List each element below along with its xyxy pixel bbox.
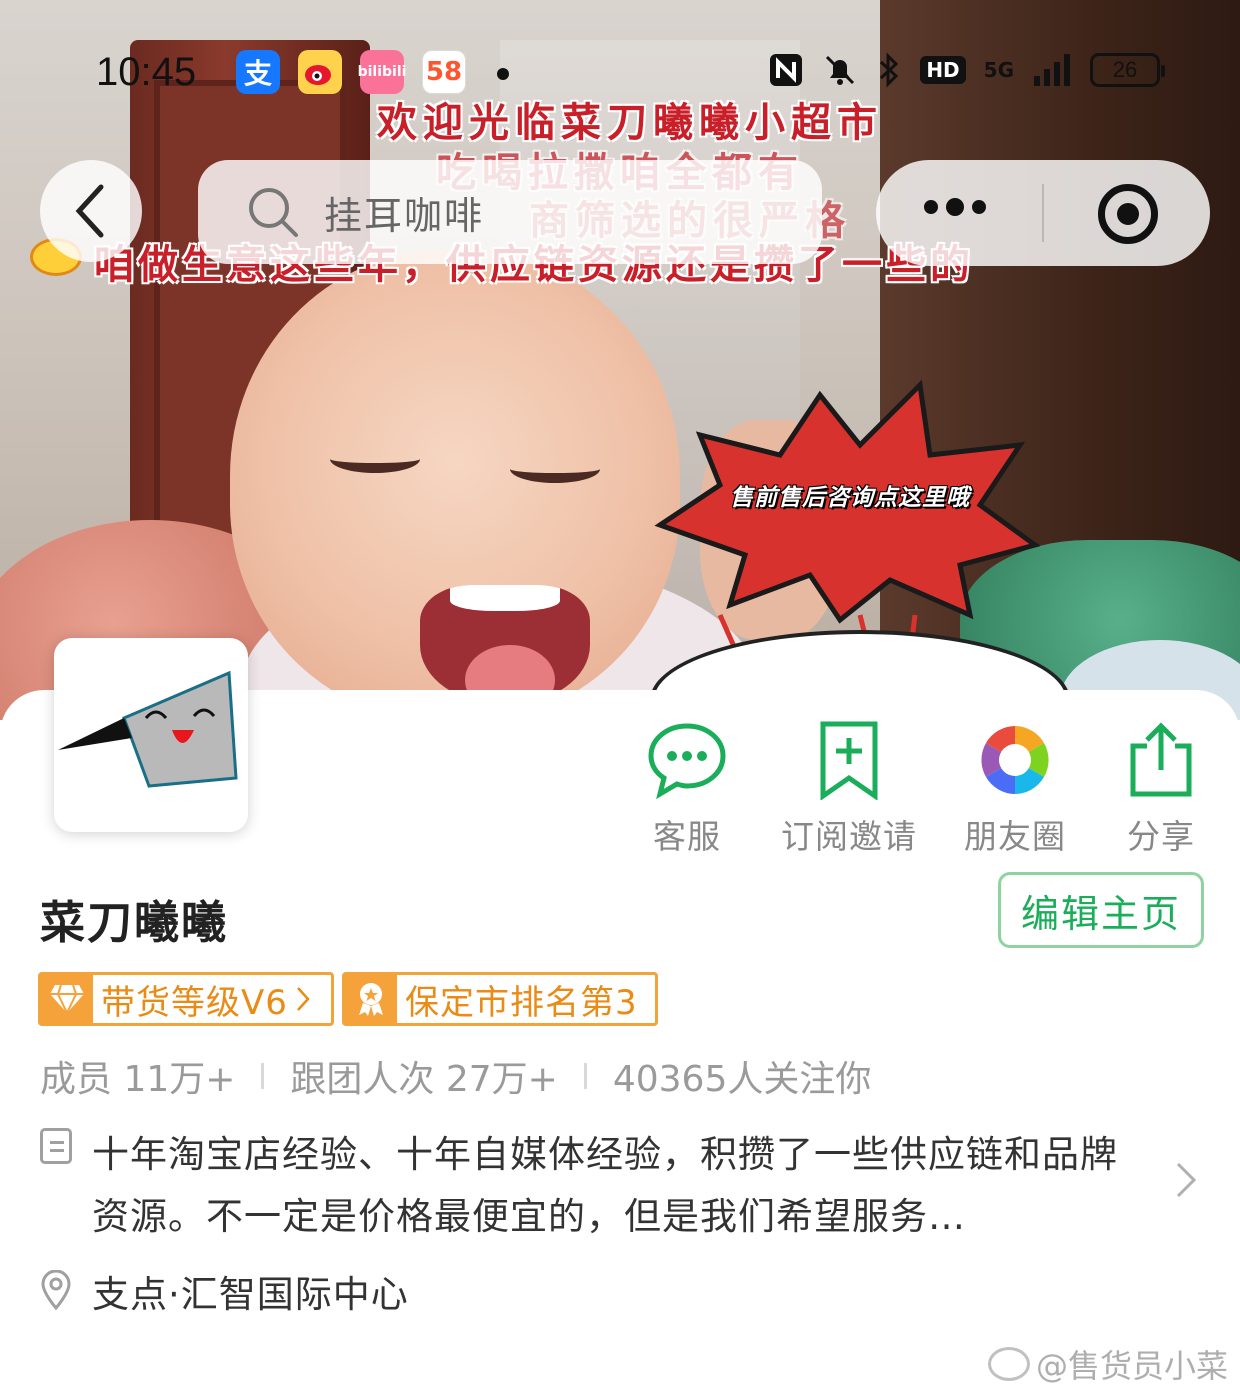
edit-homepage-button[interactable]: 编辑主页 (998, 872, 1204, 948)
avatar[interactable] (54, 638, 248, 832)
search-placeholder[interactable]: 挂耳咖啡 (324, 185, 484, 240)
chat-bubble-icon (648, 723, 726, 800)
search-icon (249, 188, 298, 237)
status-right-group: HD 5G 26 (768, 52, 1165, 88)
alipay-icon: 支 (236, 50, 280, 94)
award-ribbon-icon (345, 975, 397, 1023)
network-type: 5G (983, 58, 1014, 82)
profile-stats: 成员 11万+ 跟团人次 27万+ 40365人关注你 (40, 1050, 871, 1102)
followers-stat[interactable]: 40365人关注你 (613, 1050, 872, 1102)
profile-name: 菜刀曦曦 (40, 896, 229, 949)
stats-divider (261, 1063, 265, 1089)
location-pin-icon (41, 1270, 71, 1310)
profile-intro[interactable]: 十年淘宝店经验、十年自媒体经验，积攒了一些供应链和品牌资源。不一定是价格最便宜的… (92, 1124, 1152, 1248)
level-badge-label: 带货等级V6 (101, 982, 288, 1023)
mute-bell-icon (826, 55, 855, 85)
share-button[interactable]: 分享 (1086, 720, 1236, 858)
weibo-watermark: @售货员小菜 (987, 1341, 1228, 1387)
watermark-text: @售货员小菜 (1035, 1347, 1228, 1385)
bookmark-add-icon (820, 721, 878, 801)
moments-aperture-icon (981, 726, 1049, 794)
diamond-icon (41, 975, 93, 1023)
bilibili-icon: bilibili (358, 50, 406, 94)
hd-voice-icon: HD (920, 56, 966, 84)
profile-location[interactable]: 支点·汇智国际中心 (92, 1264, 409, 1318)
consult-callout-text[interactable]: 售前售后咨询点这里哦 (690, 478, 1010, 512)
more-dots-icon[interactable] (924, 198, 986, 216)
weibo-icon (987, 1347, 1030, 1381)
baby-eye-left (330, 445, 420, 473)
share-label: 分享 (1127, 817, 1195, 856)
moments-button[interactable]: 朋友圈 (940, 720, 1090, 858)
subscribe-invite-label: 订阅邀请 (781, 817, 917, 856)
mini-program-capsule (876, 160, 1210, 266)
chevron-right-icon (296, 987, 310, 1011)
close-target-icon[interactable] (1098, 184, 1158, 244)
customer-service-button[interactable]: 客服 (612, 720, 762, 858)
share-icon (1130, 722, 1192, 797)
baby-eye-right (510, 455, 600, 483)
battery-icon: 26 (1090, 53, 1165, 87)
58-icon: 58 (422, 50, 466, 94)
bluetooth-icon (880, 52, 899, 88)
nfc-icon (770, 54, 803, 86)
capsule-divider (1042, 184, 1044, 242)
rank-badge-label: 保定市排名第3 (405, 982, 638, 1023)
baby-mouth (420, 585, 590, 705)
members-stat: 成员 11万+ (40, 1059, 236, 1100)
chevron-right-icon[interactable] (1172, 1160, 1200, 1200)
search-bar[interactable]: 挂耳咖啡 (198, 160, 822, 264)
rank-badge[interactable]: 保定市排名第3 (342, 972, 658, 1026)
chevron-left-icon (75, 184, 104, 238)
customer-service-label: 客服 (653, 817, 721, 856)
subscribe-invite-button[interactable]: 订阅邀请 (774, 720, 924, 858)
level-badge[interactable]: 带货等级V6 (38, 972, 334, 1026)
weibo-icon (298, 50, 342, 94)
moments-label: 朋友圈 (964, 817, 1066, 856)
participations-stat: 跟团人次 27万+ (290, 1059, 558, 1100)
back-button[interactable] (40, 160, 142, 262)
document-icon (40, 1128, 72, 1164)
stats-divider (583, 1063, 587, 1089)
status-bar: 10:45 支 bilibili 58 HD 5G 26 (0, 40, 1240, 110)
notification-dot-icon (497, 68, 509, 80)
status-time: 10:45 (96, 50, 197, 94)
signal-icon (1034, 54, 1070, 86)
